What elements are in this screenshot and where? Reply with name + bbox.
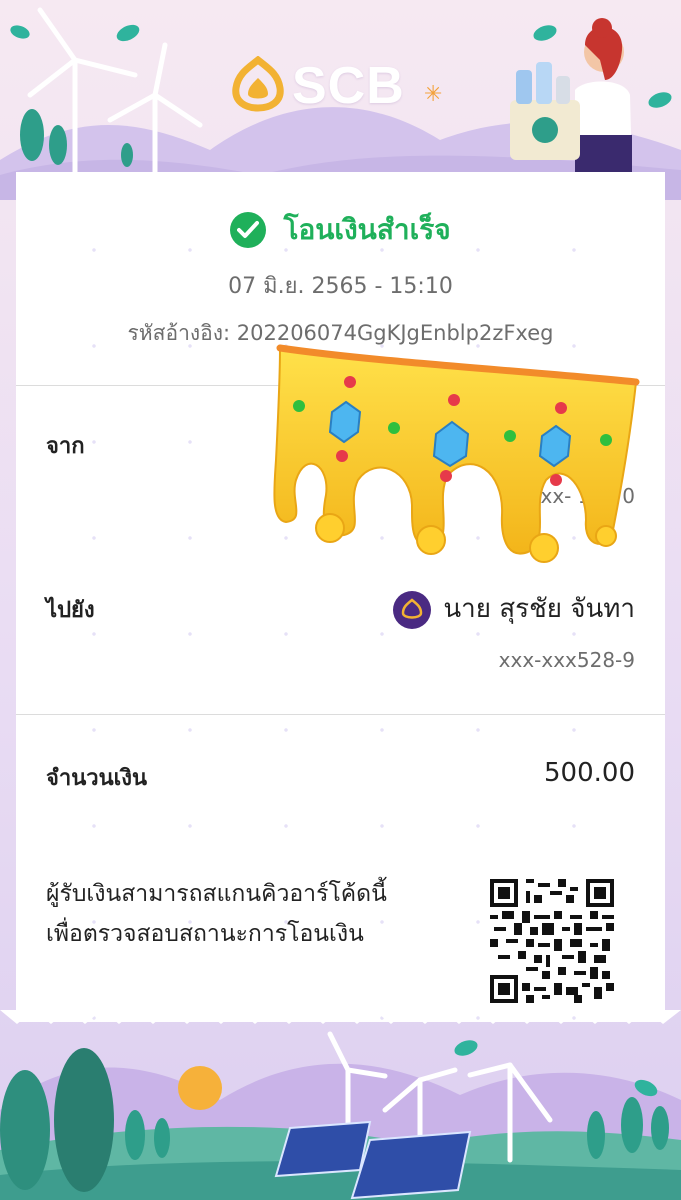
transfer-status: โอนเงินสำเร็จ	[16, 208, 665, 252]
bank-logo-icon	[393, 590, 432, 629]
footer-illustration	[0, 1010, 681, 1200]
transfer-receipt-card: โอนเงินสำเร็จ 07 มิ.ย. 2565 - 15:10 รหัส…	[16, 172, 665, 1022]
recipient-name: นาย สุรชัย จันทา	[443, 594, 635, 624]
crown-sticker	[273, 344, 640, 563]
verification-qr-code	[490, 879, 614, 1003]
to-account-number: xxx-xxx528-9	[498, 648, 635, 672]
check-circle-icon	[230, 212, 267, 248]
amount-label: จำนวนเงิน	[46, 766, 147, 791]
divider	[16, 714, 665, 715]
transfer-datetime: 07 มิ.ย. 2565 - 15:10	[228, 274, 453, 299]
sparkle-icon: ✳	[424, 82, 443, 107]
qr-instructions-line1: ผู้รับเงินสามารถสแกนคิวอาร์โค้ดนี้	[46, 881, 387, 907]
scb-shell-icon	[232, 55, 284, 112]
brand-name: SCB	[292, 57, 405, 115]
amount-value: 500.00	[544, 758, 635, 788]
qr-instructions: ผู้รับเงินสามารถสแกนคิวอาร์โค้ดนี้ เพื่อ…	[46, 874, 466, 954]
from-label: จาก	[46, 434, 85, 459]
scb-logo: SCB ✳	[232, 55, 462, 120]
status-text: โอนเงินสำเร็จ	[283, 213, 451, 246]
qr-instructions-line2: เพื่อตรวจสอบสถานะการโอนเงิน	[46, 921, 364, 947]
to-label: ไปยัง	[46, 598, 95, 623]
to-account-name: นาย สุรชัย จันทา	[393, 588, 635, 629]
